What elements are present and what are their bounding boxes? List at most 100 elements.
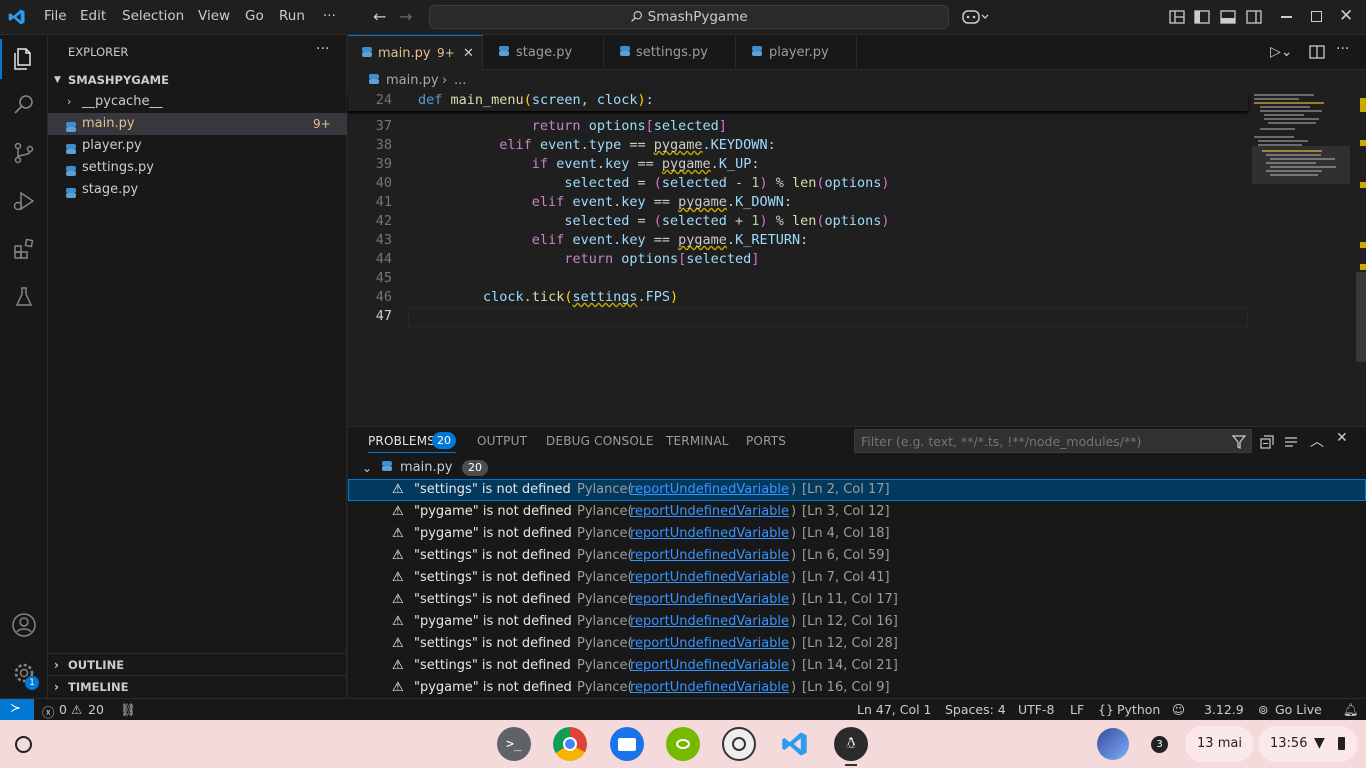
close-panel-icon[interactable]: ✕ bbox=[1336, 430, 1348, 446]
tab-problems[interactable]: PROBLEMS bbox=[368, 434, 435, 448]
problem-row[interactable]: ⚠ "pygame" is not defined Pylance(reportUn… bbox=[348, 501, 1366, 523]
code-editor[interactable]: 24 def main_menu(screen, clock): 37 retu… bbox=[348, 92, 1248, 422]
tab-main-py[interactable]: main.py 9+ ✕ bbox=[348, 35, 483, 70]
vscode-app-icon[interactable] bbox=[778, 727, 812, 761]
date-pill[interactable]: 13 mai bbox=[1185, 726, 1254, 762]
split-editor-icon[interactable] bbox=[1309, 45, 1325, 59]
tab-ports[interactable]: PORTS bbox=[746, 434, 786, 448]
explorer-more-icon[interactable]: ··· bbox=[316, 41, 329, 57]
avatar[interactable] bbox=[1097, 728, 1129, 760]
breadcrumb-file[interactable]: main.py bbox=[386, 70, 439, 92]
problem-code-link[interactable]: reportUndefinedVariable bbox=[630, 501, 789, 523]
close-tab-icon[interactable]: ✕ bbox=[463, 36, 474, 71]
menu-file[interactable]: File bbox=[44, 8, 67, 24]
minimap[interactable] bbox=[1250, 92, 1350, 184]
forward-arrow-icon[interactable]: → bbox=[399, 7, 412, 26]
problem-code-link[interactable]: reportUndefinedVariable bbox=[630, 655, 789, 677]
tab-stage-py[interactable]: stage.py bbox=[483, 35, 604, 70]
collapse-all-icon[interactable] bbox=[1260, 435, 1274, 449]
toggle-panel-icon[interactable] bbox=[1220, 10, 1236, 24]
editor-scrollbar[interactable] bbox=[1356, 92, 1366, 422]
command-center-search[interactable]: SmashPygame bbox=[429, 5, 949, 29]
timeline-section[interactable]: › TIMELINE bbox=[48, 675, 347, 697]
cursor-position[interactable]: Ln 47, Col 1 bbox=[857, 702, 932, 717]
chrome-app-icon[interactable] bbox=[553, 727, 587, 761]
warning-icon[interactable]: ⚠ bbox=[71, 702, 82, 717]
problem-row[interactable]: ⚠ "pygame" is not defined Pylance(reportUn… bbox=[348, 523, 1366, 545]
terminal-app-icon[interactable]: >_ bbox=[497, 727, 531, 761]
breadcrumb-symbol[interactable]: ... bbox=[454, 70, 466, 92]
go-live-button[interactable]: Go Live bbox=[1275, 702, 1322, 717]
nvidia-app-icon[interactable] bbox=[666, 727, 700, 761]
search-view-button[interactable] bbox=[0, 83, 48, 127]
tab-debug-console[interactable]: DEBUG CONSOLE bbox=[546, 434, 654, 448]
accounts-button[interactable] bbox=[0, 603, 48, 647]
outline-section[interactable]: › OUTLINE bbox=[48, 653, 347, 675]
maximize-icon[interactable] bbox=[1311, 11, 1322, 22]
testing-button[interactable] bbox=[0, 275, 48, 319]
problem-row[interactable]: ⚠ "pygame" is not defined Pylance(reportUn… bbox=[348, 611, 1366, 633]
problem-code-link[interactable]: reportUndefinedVariable bbox=[630, 567, 789, 589]
problem-code-link[interactable]: reportUndefinedVariable bbox=[630, 677, 789, 699]
tree-item-stage-py[interactable]: stage.py bbox=[48, 179, 347, 201]
copilot-status-icon[interactable]: ☺ bbox=[1172, 702, 1185, 717]
source-control-button[interactable] bbox=[0, 131, 48, 175]
indentation[interactable]: Spaces: 4 bbox=[945, 702, 1006, 717]
notifications-bell-icon[interactable]: 🔔︎ bbox=[1343, 702, 1359, 718]
view-as-list-icon[interactable] bbox=[1284, 435, 1298, 449]
tree-item-pycache[interactable]: › __pycache__ bbox=[48, 91, 347, 113]
run-debug-button[interactable] bbox=[0, 179, 48, 223]
problem-code-link[interactable]: reportUndefinedVariable bbox=[630, 545, 789, 567]
extensions-button[interactable] bbox=[0, 227, 48, 271]
explorer-button[interactable] bbox=[0, 37, 48, 81]
problem-row[interactable]: ⚠ "settings" is not defined Pylance(report… bbox=[348, 655, 1366, 677]
tree-item-main-py[interactable]: main.py 9+ bbox=[48, 113, 347, 135]
problems-filter-input[interactable] bbox=[854, 429, 1252, 453]
close-window-icon[interactable]: ✕ bbox=[1339, 6, 1353, 26]
launcher-icon[interactable] bbox=[15, 736, 32, 753]
toggle-secondary-sidebar-icon[interactable] bbox=[1246, 10, 1262, 24]
problem-code-link[interactable]: reportUndefinedVariable bbox=[630, 479, 789, 501]
problem-row[interactable]: ⚠ "settings" is not defined Pylance(report… bbox=[348, 589, 1366, 611]
customize-layout-icon[interactable] bbox=[1169, 10, 1185, 24]
problem-code-link[interactable]: reportUndefinedVariable bbox=[630, 523, 789, 545]
run-file-icon[interactable]: ▷⌄ bbox=[1270, 44, 1293, 60]
problem-row[interactable]: ⚠ "settings" is not defined Pylance(report… bbox=[348, 545, 1366, 567]
tab-settings-py[interactable]: settings.py bbox=[604, 35, 736, 70]
editor-more-icon[interactable]: ··· bbox=[1336, 41, 1349, 57]
files-app-icon[interactable] bbox=[610, 727, 644, 761]
problem-row[interactable]: ⚠ "pygame" is not defined Pylance(reportUn… bbox=[348, 677, 1366, 699]
filter-icon[interactable] bbox=[1232, 435, 1246, 449]
linux-app-icon[interactable]: 🐧︎ bbox=[834, 727, 868, 761]
menu-view[interactable]: View bbox=[198, 8, 230, 24]
menu-edit[interactable]: Edit bbox=[80, 8, 106, 24]
notification-count-badge[interactable]: 3 bbox=[1151, 736, 1168, 753]
maximize-panel-icon[interactable]: ︿ bbox=[1310, 431, 1324, 451]
problems-group-main-py[interactable]: ⌄ main.py 20 bbox=[348, 457, 1366, 479]
menu-selection[interactable]: Selection bbox=[122, 8, 184, 24]
copilot-icon[interactable] bbox=[962, 9, 990, 25]
toggle-primary-sidebar-icon[interactable] bbox=[1194, 10, 1210, 24]
error-count[interactable]: 0 bbox=[59, 702, 67, 717]
system-tray[interactable]: 13:56 ▼ bbox=[1258, 726, 1358, 762]
inkscape-app-icon[interactable] bbox=[722, 727, 756, 761]
manage-button[interactable]: 1 bbox=[0, 651, 48, 695]
tab-output[interactable]: OUTPUT bbox=[477, 434, 527, 448]
warning-count[interactable]: 20 bbox=[88, 702, 104, 717]
encoding[interactable]: UTF-8 bbox=[1018, 702, 1054, 717]
problem-row[interactable]: ⚠ "settings" is not defined Pylance(report… bbox=[348, 479, 1366, 501]
language-mode[interactable]: Python bbox=[1117, 702, 1160, 717]
problem-code-link[interactable]: reportUndefinedVariable bbox=[630, 611, 789, 633]
problem-code-link[interactable]: reportUndefinedVariable bbox=[630, 633, 789, 655]
tree-item-player-py[interactable]: player.py bbox=[48, 135, 347, 157]
problem-row[interactable]: ⚠ "settings" is not defined Pylance(report… bbox=[348, 633, 1366, 655]
tab-terminal[interactable]: TERMINAL bbox=[666, 434, 729, 448]
menu-run[interactable]: Run bbox=[279, 8, 305, 24]
back-arrow-icon[interactable]: ← bbox=[373, 7, 386, 26]
tab-player-py[interactable]: player.py bbox=[736, 35, 857, 70]
sticky-scroll-line[interactable]: 24 def main_menu(screen, clock): bbox=[348, 92, 1248, 111]
minimize-icon[interactable] bbox=[1281, 16, 1292, 18]
remote-button[interactable]: ≻ bbox=[0, 699, 34, 720]
problem-code-link[interactable]: reportUndefinedVariable bbox=[630, 589, 789, 611]
error-icon[interactable]: ⓧ bbox=[42, 702, 55, 721]
